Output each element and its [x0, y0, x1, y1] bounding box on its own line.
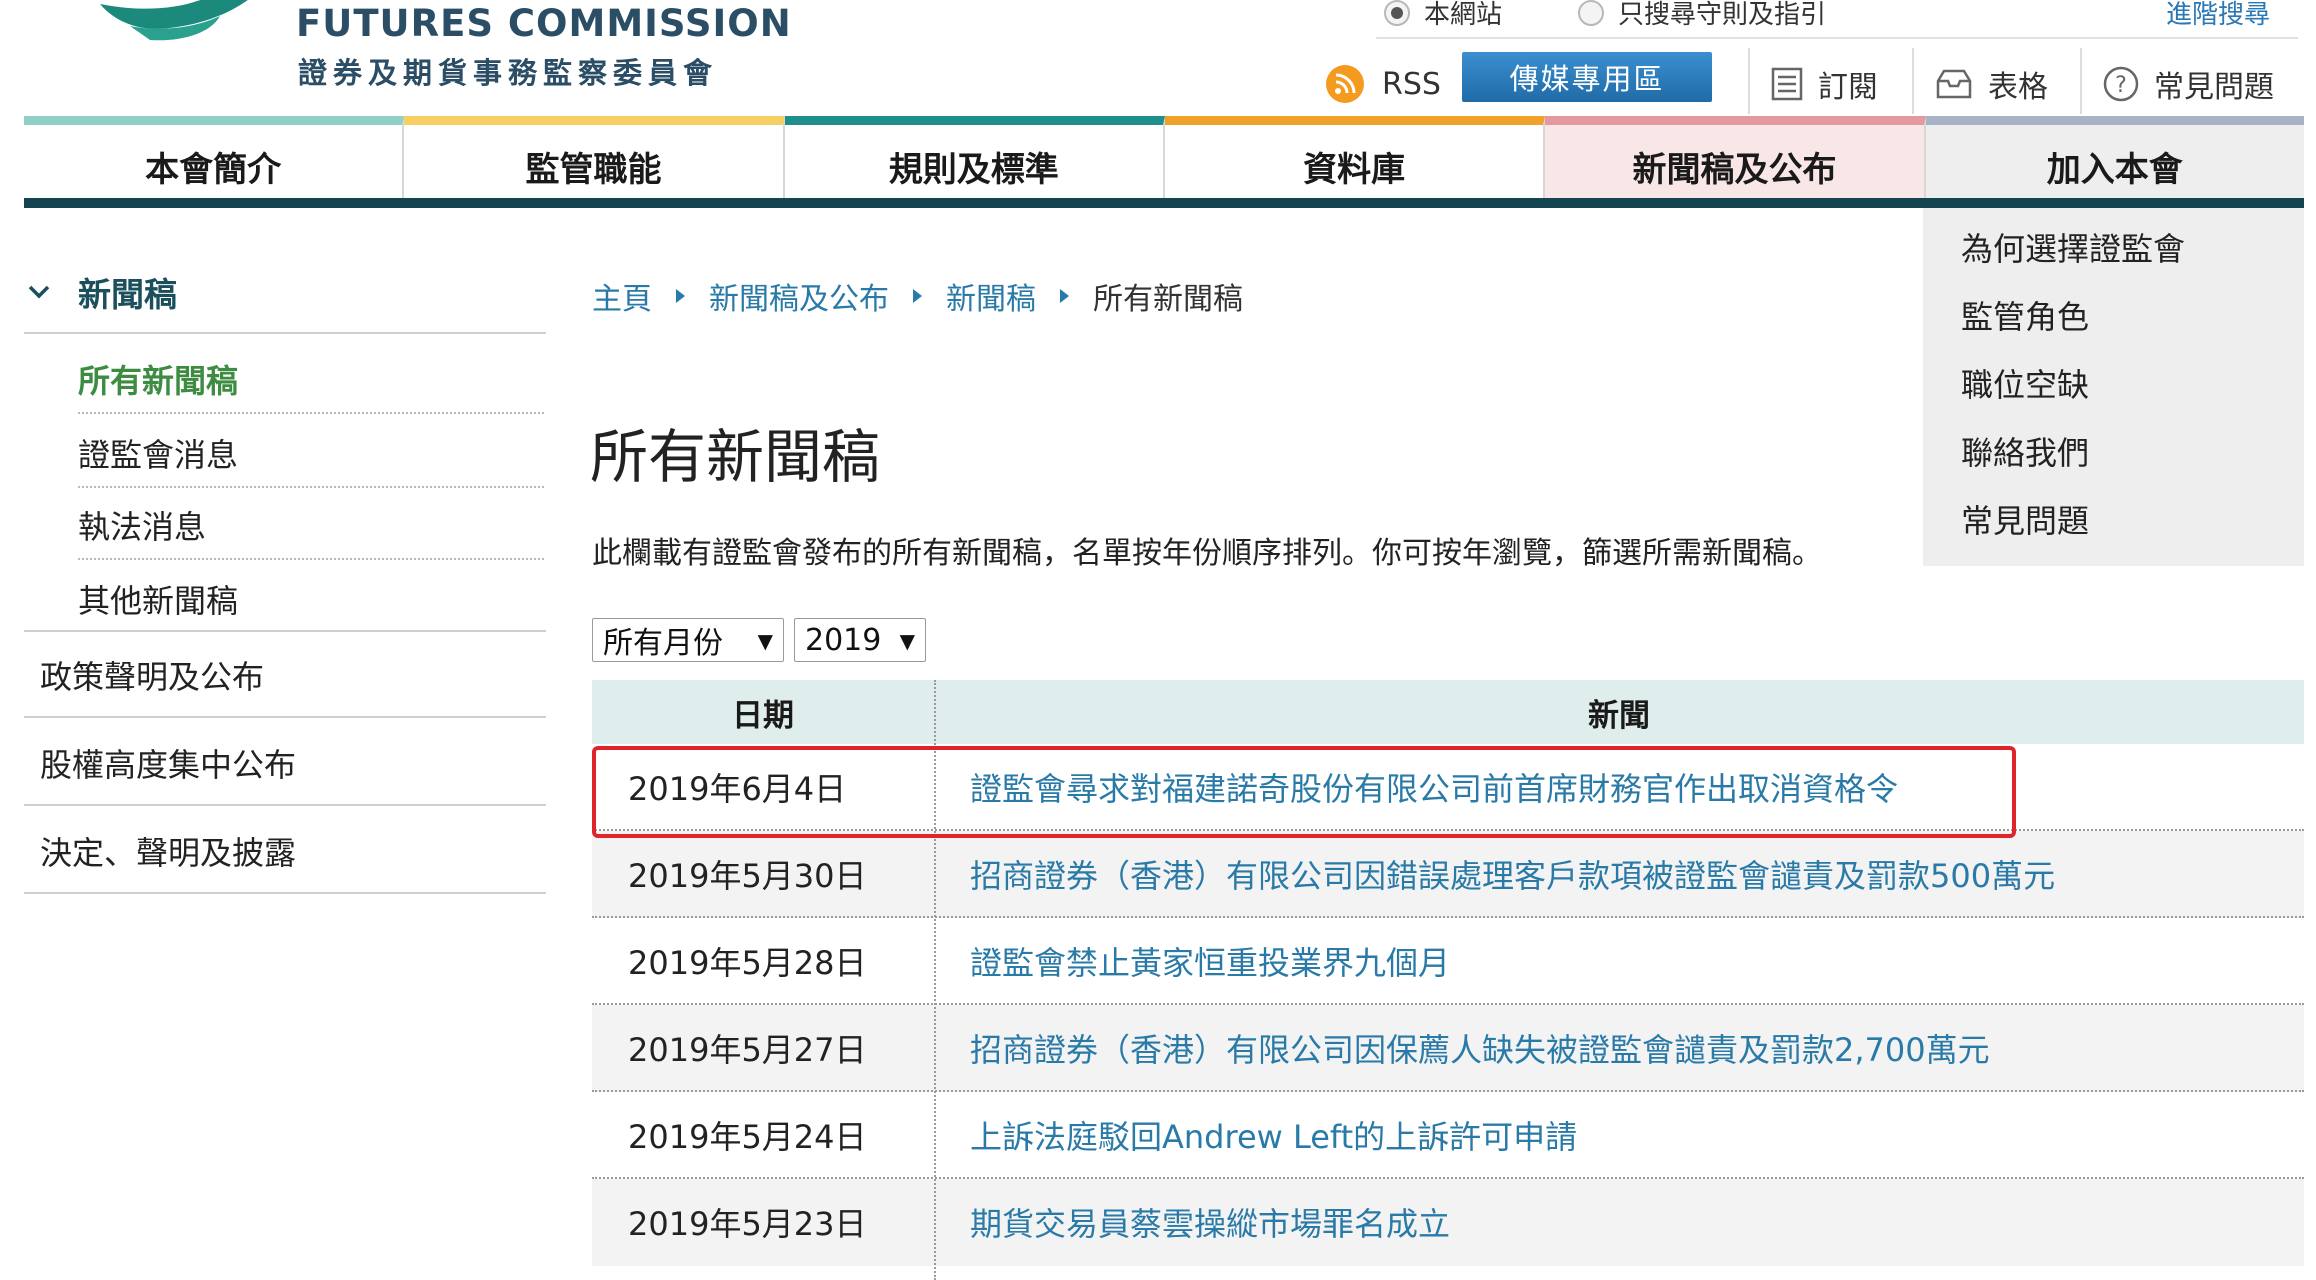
sidebar-item-other-press-releases[interactable]: 其他新聞稿: [78, 576, 238, 622]
table-row: 2019年5月28日 證監會禁止黃家恒重投業界九個月: [592, 918, 2304, 1005]
nav-databases[interactable]: 資料庫: [1164, 116, 1546, 208]
dropdown-item-regulatory-role[interactable]: 監管角色: [1961, 292, 2089, 338]
subscribe-icon: [1770, 67, 1804, 101]
table-row: 2019年5月27日 招商證券（香港）有限公司因保薦人缺失被證監會譴責及罰款2,…: [592, 1005, 2304, 1092]
breadcrumb-arrow-icon: [913, 289, 922, 303]
table-row: 2019年6月4日 證監會尋求對福建諾奇股份有限公司前首席財務官作出取消資格令: [592, 744, 2304, 831]
nav-news-announcements[interactable]: 新聞稿及公布: [1545, 116, 1926, 208]
nav-regulatory-functions[interactable]: 監管職能: [404, 116, 785, 208]
column-header-date: 日期: [732, 697, 794, 734]
media-centre-button[interactable]: 傳媒專用區: [1462, 52, 1712, 102]
dropdown-item-faq[interactable]: 常見問題: [1961, 496, 2089, 542]
row-news-link[interactable]: 期貨交易員蔡雲操縱市場罪名成立: [970, 1179, 1450, 1264]
row-news-link[interactable]: 證監會尋求對福建諾奇股份有限公司前首席財務官作出取消資格令: [970, 744, 1898, 829]
utility-divider: [1748, 48, 1750, 114]
utility-divider: [1912, 48, 1914, 114]
sidebar-divider: [24, 630, 546, 632]
sidebar-divider: [24, 804, 546, 806]
column-header-news: 新聞: [1588, 697, 1650, 734]
search-option-site[interactable]: 本網站: [1384, 0, 1502, 31]
sfc-logo-icon[interactable]: [100, 0, 270, 44]
table-row: 2019年5月24日 上訴法庭駁回Andrew Left的上訴許可申請: [592, 1092, 2304, 1179]
sidebar-section-news[interactable]: 新聞稿: [28, 268, 177, 316]
utility-divider: [2080, 48, 2082, 114]
subscribe-link[interactable]: 訂閱: [1770, 56, 1878, 112]
nav-bottom-bar: [24, 198, 2304, 208]
chevron-down-icon: [28, 285, 50, 299]
question-mark-icon: ?: [2102, 65, 2140, 103]
table-row: 2019年5月23日 期貨交易員蔡雲操縱市場罪名成立: [592, 1179, 2304, 1266]
sidebar-item-enforcement-news[interactable]: 執法消息: [78, 502, 206, 548]
table-header: 日期 新聞: [592, 680, 2304, 744]
page-description: 此欄載有證監會發布的所有新聞稿，名單按年份順序排列。你可按年瀏覽，篩選所需新聞稿…: [592, 536, 1822, 571]
sidebar-divider: [24, 332, 546, 334]
page-title: 所有新聞稿: [590, 423, 881, 491]
year-select[interactable]: 2019 ▼: [794, 618, 926, 662]
row-date: 2019年5月30日: [628, 856, 867, 895]
brand-name-chinese: 證券及期貨事務監察委員會: [298, 56, 719, 90]
search-divider: [1376, 37, 2298, 39]
breadcrumb-arrow-icon: [676, 289, 685, 303]
dropdown-caret-icon: ▼: [757, 629, 773, 653]
sidebar-item-policy-statements[interactable]: 政策聲明及公布: [40, 652, 264, 698]
rss-link[interactable]: RSS: [1326, 56, 1441, 112]
sidebar-divider: [78, 412, 544, 414]
sidebar-divider: [24, 716, 546, 718]
month-select[interactable]: 所有月份 ▼: [592, 618, 784, 662]
row-news-link[interactable]: 上訴法庭駁回Andrew Left的上訴許可申請: [970, 1092, 1577, 1177]
sidebar-divider: [24, 892, 546, 894]
table-row: 2019年5月30日 招商證券（香港）有限公司因錯誤處理客戶款項被證監會譴責及罰…: [592, 831, 2304, 918]
breadcrumb-current: 所有新聞稿: [1093, 282, 1243, 317]
advanced-search-link[interactable]: 進階搜尋: [2166, 0, 2270, 31]
rss-icon: [1326, 65, 1364, 103]
breadcrumb: 主頁 新聞稿及公布 新聞稿 所有新聞稿: [592, 274, 1243, 318]
faq-link[interactable]: ? 常見問題: [2102, 56, 2274, 112]
dropdown-item-why-sfc[interactable]: 為何選擇證監會: [1961, 224, 2185, 270]
nav-join-us[interactable]: 加入本會: [1925, 116, 2304, 208]
svg-text:?: ?: [2115, 73, 2127, 98]
dropdown-item-vacancies[interactable]: 職位空缺: [1961, 360, 2089, 406]
row-date: 2019年5月27日: [628, 1030, 867, 1069]
sidebar-item-decisions-statements[interactable]: 決定、聲明及披露: [40, 828, 296, 874]
dropdown-caret-icon: ▼: [899, 629, 915, 653]
sidebar-item-high-shareholding-concentration[interactable]: 股權高度集中公布: [40, 740, 296, 786]
sidebar-item-all-press-releases[interactable]: 所有新聞稿: [78, 356, 238, 402]
forms-link[interactable]: 表格: [1934, 56, 2048, 112]
nav-rules-standards[interactable]: 規則及標準: [784, 116, 1165, 208]
breadcrumb-arrow-icon: [1060, 289, 1069, 303]
column-divider: [934, 680, 936, 1280]
breadcrumb-press-releases[interactable]: 新聞稿: [946, 274, 1036, 318]
row-news-link[interactable]: 招商證券（香港）有限公司因錯誤處理客戶款項被證監會譴責及罰款500萬元: [970, 831, 2055, 916]
row-date: 2019年6月4日: [628, 769, 847, 808]
forms-tray-icon: [1934, 67, 1974, 101]
radio-icon[interactable]: [1578, 0, 1604, 26]
breadcrumb-news-announcements[interactable]: 新聞稿及公布: [709, 274, 889, 318]
row-date: 2019年5月23日: [628, 1204, 867, 1243]
main-navigation: 本會簡介 監管職能 規則及標準 資料庫 新聞稿及公布 加入本會: [24, 116, 2304, 208]
row-date: 2019年5月24日: [628, 1117, 867, 1156]
sidebar-divider: [78, 486, 544, 488]
sidebar-item-sfc-news[interactable]: 證監會消息: [78, 430, 238, 476]
nav-about[interactable]: 本會簡介: [24, 116, 405, 208]
dropdown-item-contact-us[interactable]: 聯絡我們: [1961, 428, 2089, 474]
search-option-codes[interactable]: 只搜尋守則及指引: [1578, 0, 1826, 31]
row-news-link[interactable]: 證監會禁止黃家恒重投業界九個月: [970, 918, 1450, 1003]
row-date: 2019年5月28日: [628, 943, 867, 982]
radio-selected-icon[interactable]: [1384, 0, 1410, 26]
row-news-link[interactable]: 招商證券（香港）有限公司因保薦人缺失被證監會譴責及罰款2,700萬元: [970, 1005, 1990, 1090]
join-us-dropdown-menu: 為何選擇證監會 監管角色 職位空缺 聯絡我們 常見問題: [1923, 208, 2304, 566]
sidebar-divider: [78, 558, 544, 560]
brand-name-english: FUTURES COMMISSION: [296, 2, 792, 45]
breadcrumb-home[interactable]: 主頁: [592, 274, 652, 318]
